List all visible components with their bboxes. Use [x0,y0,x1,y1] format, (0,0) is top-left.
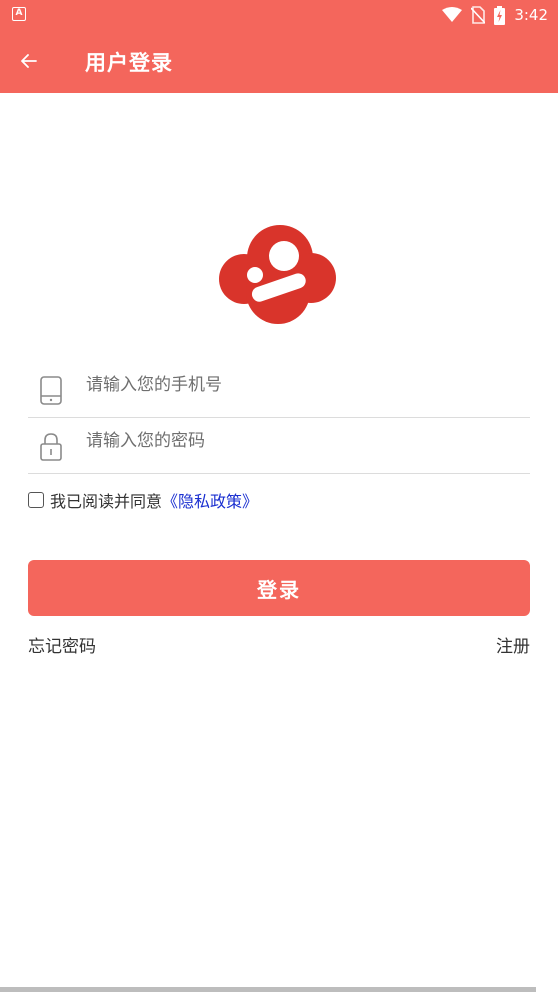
agreement-text: 我已阅读并同意 [50,492,163,511]
no-sim-icon [471,6,486,24]
back-button[interactable] [10,42,48,80]
wifi-icon [442,7,463,22]
phone-icon [40,376,62,405]
home-indicator-bar [0,987,536,992]
phone-input[interactable] [86,368,516,402]
agreement-checkbox[interactable] [28,492,44,508]
password-field [28,418,530,474]
brand-cloud-logo [219,225,336,324]
app-bar: 用户登录 [0,30,558,93]
agreement-row: 我已阅读并同意 《隐私政策》 [28,488,258,512]
privacy-policy-link[interactable]: 《隐私政策》 [162,488,258,512]
notification-app-icon: A [12,7,26,21]
status-icons: 3:42 [442,5,548,25]
page-title: 用户登录 [85,51,173,75]
phone-field [28,362,530,418]
clock: 3:42 [514,6,548,24]
password-input[interactable] [86,424,516,458]
status-bar: A 3:42 [0,0,558,30]
battery-charging-icon [494,5,506,25]
login-button[interactable]: 登录 [28,560,530,616]
lock-icon [40,433,62,461]
register-link[interactable]: 注册 [496,632,530,657]
forgot-password-link[interactable]: 忘记密码 [28,632,96,657]
arrow-left-icon [21,54,37,68]
